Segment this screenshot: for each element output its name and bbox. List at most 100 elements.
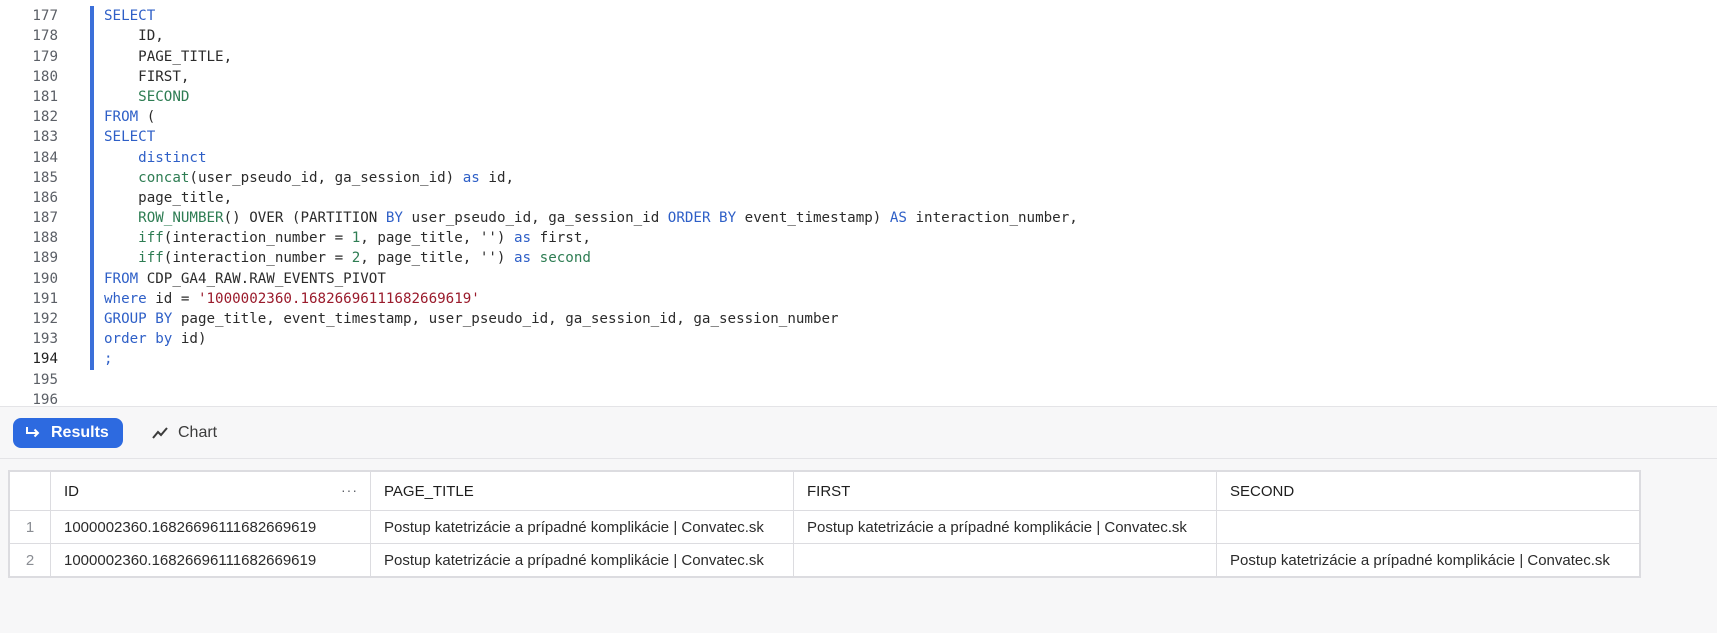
code-token: iff [104, 230, 164, 247]
code-line[interactable]: 193 order by id) [0, 329, 207, 350]
code-token: , page_title, '') [360, 230, 515, 247]
code-line[interactable]: 181 SECOND [0, 86, 189, 108]
code-text: SELECT [104, 6, 155, 26]
column-header-second[interactable]: SECOND [1216, 471, 1640, 511]
selection-marker [90, 66, 94, 87]
cell-id[interactable]: 1000002360.16826696111682669619 [50, 510, 371, 544]
code-lines: 176177SELECT178 ID,179 PAGE_TITLE,180 FI… [0, 0, 1078, 406]
code-line[interactable]: 192 GROUP BY page_title, event_timestamp,… [0, 309, 839, 330]
line-chart-icon [152, 427, 168, 439]
code-token: '1000002360.16826696111682669619' [197, 290, 480, 307]
code-line[interactable]: 182 FROM ( [0, 107, 155, 128]
code-token: second [531, 250, 591, 267]
row-number: 1 [9, 510, 51, 544]
code-line[interactable]: 185 concat(user_pseudo_id, ga_session_id… [0, 167, 514, 188]
code-token: id = [146, 290, 198, 307]
code-token: ORDER BY [667, 210, 737, 227]
code-line[interactable]: 177 SELECT [0, 6, 155, 27]
column-header-first[interactable]: FIRST [793, 471, 1217, 511]
selection-marker [90, 147, 94, 168]
code-token: 1 [351, 230, 361, 247]
sql-editor[interactable]: 176177SELECT178 ID,179 PAGE_TITLE,180 FI… [0, 0, 1717, 406]
line-number: 178 [32, 28, 58, 45]
column-header-page-title[interactable]: PAGE_TITLE [370, 471, 794, 511]
code-text: SECOND [104, 87, 189, 107]
cell-second[interactable]: Postup katetrizácie a prípadné komplikác… [1216, 543, 1640, 577]
code-line[interactable]: 180 FIRST, [0, 66, 189, 87]
code-token: distinct [104, 149, 207, 166]
code-token: ; [104, 351, 113, 368]
code-token: CDP_GA4_RAW.RAW_EVENTS_PIVOT [138, 270, 386, 287]
tab-results-label: Results [51, 424, 109, 441]
code-line[interactable]: 196 [0, 390, 58, 406]
code-token: ( [138, 109, 156, 126]
code-line[interactable]: 195 [0, 370, 58, 390]
selection-marker [90, 6, 94, 27]
selection-marker [90, 329, 94, 350]
line-number: 179 [32, 48, 58, 65]
code-token: (user_pseudo_id, ga_session_id) [189, 169, 463, 186]
code-token: FROM [104, 109, 139, 126]
code-token: id, [479, 169, 515, 186]
code-token: SECOND [104, 88, 190, 105]
code-token: PAGE_TITLE, [104, 48, 233, 65]
code-token: 2 [351, 250, 361, 267]
code-line[interactable]: 179 PAGE_TITLE, [0, 46, 232, 67]
code-token: SELECT [104, 129, 156, 146]
code-token: AS [889, 210, 907, 227]
selection-marker [90, 268, 94, 289]
code-text: FROM ( [104, 107, 155, 127]
code-text: distinct [104, 148, 207, 168]
code-text: ID, [104, 26, 164, 46]
code-line[interactable]: 183 SELECT [0, 127, 155, 148]
cell-first[interactable]: Postup katetrizácie a prípadné komplikác… [793, 510, 1217, 544]
line-number: 184 [32, 149, 58, 166]
code-token: where [104, 290, 147, 307]
code-line[interactable]: 184 distinct [0, 147, 207, 168]
code-token: first, [531, 230, 591, 247]
cell-second[interactable] [1216, 510, 1640, 544]
selection-marker [90, 107, 94, 128]
code-token: interaction_number, [906, 210, 1078, 227]
column-header-id[interactable]: ID ··· [50, 471, 371, 511]
code-text: ; [104, 349, 113, 369]
selection-marker [90, 349, 94, 370]
code-token: ID, [104, 28, 164, 45]
code-line[interactable]: 194; [0, 349, 113, 370]
code-line[interactable]: 186 page_title, [0, 187, 232, 209]
code-line[interactable]: 178 ID, [0, 26, 164, 47]
selection-marker [90, 208, 94, 229]
code-text: page_title, [104, 188, 232, 208]
line-number: 187 [32, 210, 58, 227]
cell-first[interactable] [793, 543, 1217, 577]
code-line[interactable]: 191 where id = '1000002360.16826696111682… [0, 288, 480, 309]
code-line[interactable]: 189 iff(interaction_number = 2, page_tit… [0, 248, 591, 269]
cell-page-title[interactable]: Postup katetrizácie a prípadné komplikác… [370, 510, 794, 544]
code-token: (interaction_number = [163, 250, 352, 267]
tab-chart[interactable]: Chart [140, 418, 250, 448]
table-row[interactable]: 1 1000002360.16826696111682669619 Postup… [9, 510, 1640, 544]
tab-results[interactable]: Results [13, 418, 123, 448]
code-token: iff [104, 250, 164, 267]
cell-id[interactable]: 1000002360.16826696111682669619 [50, 543, 371, 577]
column-menu-icon[interactable]: ··· [341, 482, 358, 498]
line-number: 180 [32, 68, 58, 85]
selection-marker [90, 127, 94, 148]
code-token: SELECT [104, 8, 156, 25]
code-line[interactable]: 188 iff(interaction_number = 1, page_tit… [0, 228, 591, 249]
code-token: ROW_NUMBER [104, 210, 224, 227]
code-token: concat [104, 169, 190, 186]
table-row[interactable]: 2 1000002360.16826696111682669619 Postup… [9, 543, 1640, 577]
column-header-label: PAGE_TITLE [384, 482, 474, 500]
line-number: 196 [32, 391, 58, 406]
code-token: id) [172, 331, 207, 348]
line-number: 195 [32, 371, 58, 388]
code-token: page_title, [104, 189, 233, 206]
code-line[interactable]: 187 ROW_NUMBER() OVER (PARTITION BY user… [0, 208, 1078, 229]
code-line[interactable]: 190 FROM CDP_GA4_RAW.RAW_EVENTS_PIVOT [0, 268, 386, 289]
code-text: iff(interaction_number = 1, page_title, … [104, 228, 591, 248]
header-row: ID ··· PAGE_TITLE FIRST SECOND [9, 471, 1640, 511]
line-number: 177 [32, 8, 58, 25]
cell-page-title[interactable]: Postup katetrizácie a prípadné komplikác… [370, 543, 794, 577]
code-text: order by id) [104, 329, 207, 349]
